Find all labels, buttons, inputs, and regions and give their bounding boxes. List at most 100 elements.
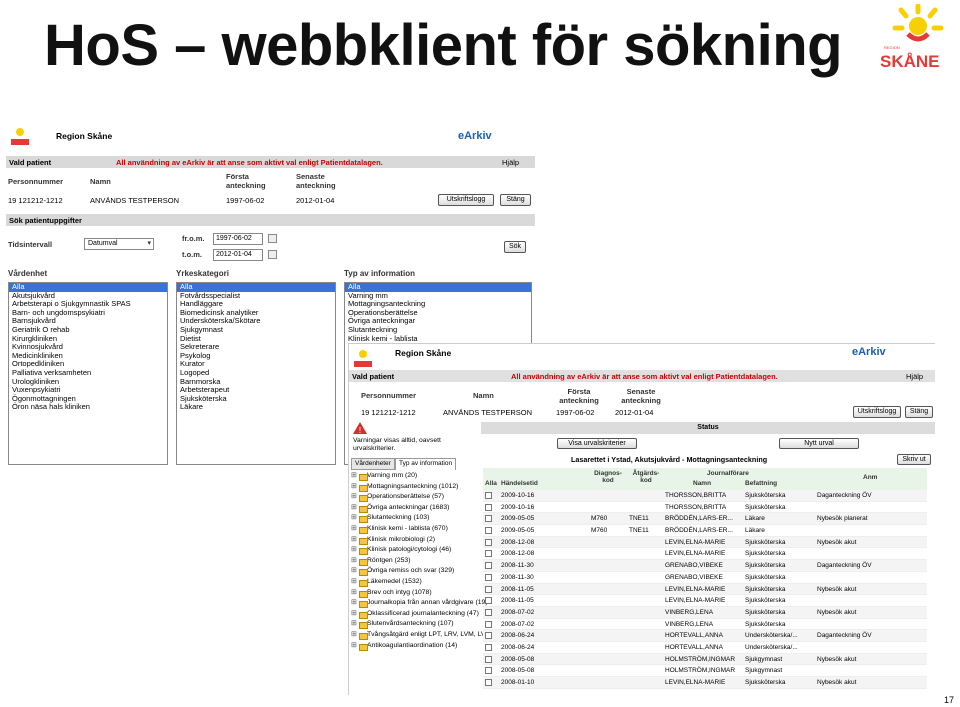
row-checkbox[interactable] <box>485 679 492 686</box>
tree-node[interactable]: Mottagningsanteckning (1012) <box>351 482 479 493</box>
table-row[interactable]: 2008-11-30 GRENABO,VIBEKE Sjuksköterska Dag… <box>483 560 927 572</box>
table-row[interactable]: 2009-05-05 M760 TNE11 BRÖDDÉN,LARS-ER... Läk… <box>483 513 927 526</box>
table-row[interactable]: 2008-01-10 LEVIN,ELNA-MARIE Sjuksköterska N… <box>483 677 927 689</box>
pdl-warning: All användning av eArkiv är att anse som… <box>116 158 383 167</box>
table-row[interactable]: 2008-07-02 VINBERG,LENA Sjuksköterska Nybes… <box>483 606 927 619</box>
search-button[interactable]: Sök <box>504 241 526 253</box>
list-option[interactable]: Klinisk kemi - lablista <box>345 334 531 344</box>
tree-node[interactable]: Klinisk patologi/cytologi (46) <box>351 545 479 556</box>
table-row[interactable]: 2008-05-08 HOLMSTRÖM,INGMAR Sjukgymnast Nyb… <box>483 653 927 666</box>
row-checkbox[interactable] <box>485 550 492 558</box>
help-link[interactable]: Hjälp <box>502 158 519 167</box>
patient-bar: Vald patient All användning av eArkiv är… <box>349 370 935 382</box>
table-row[interactable]: 2008-11-05 LEVIN,ELNA-MARIE Sjuksköterska <box>483 595 927 607</box>
tree-node[interactable]: Operationsberättelse (57) <box>351 492 479 503</box>
table-row[interactable]: 2009-10-16 THORSSON,BRITTA Sjuksköterska Da… <box>483 490 927 502</box>
row-checkbox[interactable] <box>485 538 492 546</box>
table-row[interactable]: 2008-12-08 LEVIN,ELNA-MARIE Sjuksköterska N… <box>483 536 927 549</box>
tree-node[interactable]: Klinisk kemi - lablista (670) <box>351 524 479 535</box>
col-date[interactable]: Händelsetid <box>501 480 538 487</box>
table-row[interactable]: 2008-11-05 LEVIN,ELNA-MARIE Sjuksköterska N… <box>483 583 927 596</box>
table-cell: Undersköterska/... <box>745 643 798 651</box>
help-link[interactable]: Hjälp <box>906 372 923 381</box>
tree-node[interactable]: Varning mm (20) <box>351 471 479 482</box>
row-checkbox[interactable] <box>485 632 492 640</box>
row-checkbox[interactable] <box>485 620 492 628</box>
tree-node[interactable]: Läkemedel (1532) <box>351 577 479 588</box>
row-checkbox[interactable] <box>485 643 492 651</box>
to-date-input[interactable]: 2012-01-04 <box>213 249 263 261</box>
tree-node[interactable]: Slutanteckning (103) <box>351 513 479 524</box>
date-mode-select[interactable]: Datumval ▾ <box>84 238 154 250</box>
col-all[interactable]: Alla <box>485 480 497 487</box>
org-name: Region Skåne <box>395 348 452 358</box>
table-row[interactable]: 2008-05-08 HOLMSTRÖM,INGMAR Sjukgymnast <box>483 665 927 677</box>
col-bef[interactable]: Befattning <box>745 480 777 487</box>
tab-units[interactable]: Vårdenheter <box>351 458 395 470</box>
tree-node[interactable]: Slutenvårdsanteckning (107) <box>351 619 479 630</box>
row-checkbox[interactable] <box>485 527 492 535</box>
table-cell: Nybesök akut <box>817 655 857 663</box>
table-cell: Sjuksköterska <box>745 503 786 511</box>
table-row[interactable]: 2009-05-05 M760 TNE11 BRÖDDÉN,LARS-ER... Läk… <box>483 525 927 537</box>
tree-node[interactable]: Antikoagulantiaordination (14) <box>351 641 479 652</box>
table-cell: Sjuksköterska <box>745 585 786 593</box>
unit-column-label: Vårdenhet <box>8 269 48 278</box>
row-checkbox[interactable] <box>485 597 492 605</box>
table-row[interactable]: 2008-06-24 HORTEVALL,ANNA Undersköterska/.… <box>483 642 927 654</box>
print-button[interactable]: Skriv ut <box>897 454 931 465</box>
col-anm[interactable]: Anm <box>863 474 877 481</box>
row-checkbox[interactable] <box>485 503 492 511</box>
search-bar: Sök patientuppgifter <box>6 214 535 226</box>
tab-info-type[interactable]: Typ av information <box>395 458 457 470</box>
tree-node[interactable]: Övriga anteckningar (1683) <box>351 503 479 514</box>
table-cell: Sjuksköterska <box>745 573 786 581</box>
col-name[interactable]: Namn <box>693 480 711 487</box>
show-criteria-button[interactable]: Visa urvalskriterier <box>557 438 637 449</box>
from-date-input[interactable]: 1997-06-02 <box>213 233 263 245</box>
print-log-button[interactable]: Utskriftslogg <box>853 406 901 418</box>
table-cell: Undersköterska/... <box>745 632 798 640</box>
row-checkbox[interactable] <box>485 608 492 616</box>
row-checkbox[interactable] <box>485 492 492 499</box>
tree-node[interactable]: Brev och intyg (1078) <box>351 588 479 599</box>
print-log-button[interactable]: Utskriftslogg <box>438 194 494 206</box>
table-cell: GRENABO,VIBEKE <box>665 573 723 581</box>
calendar-icon[interactable] <box>268 250 277 259</box>
tree-node[interactable]: Röntgen (253) <box>351 556 479 567</box>
row-checkbox[interactable] <box>485 585 492 593</box>
table-row[interactable]: 2008-06-24 HORTEVALL,ANNA Undersköterska/.… <box>483 630 927 642</box>
unit-listbox[interactable]: Alla Akutsjukvård Arbetsterapi o Sjukgymna… <box>8 282 168 465</box>
new-selection-button[interactable]: Nytt urval <box>779 438 859 449</box>
profession-listbox[interactable]: Alla Fotvårdsspecialist Handläggare Biomedi… <box>176 282 336 465</box>
tree-node[interactable]: Oklassificerad journalanteckning (47) <box>351 609 479 620</box>
list-option[interactable]: Öron näsa hals kliniken <box>9 403 167 412</box>
row-checkbox[interactable] <box>485 562 492 570</box>
tree-node[interactable]: Övriga remiss och svar (329) <box>351 566 479 577</box>
table-cell: Sjuksköterska <box>745 620 786 628</box>
close-button[interactable]: Stäng <box>905 406 933 418</box>
close-button[interactable]: Stäng <box>500 194 531 206</box>
tree-node[interactable]: Journalkopia från annan vårdgivare (19) <box>351 598 488 609</box>
pdl-warning: All användning av eArkiv är att anse som… <box>511 372 778 381</box>
col-diag[interactable]: Diagnos-kod <box>591 470 625 484</box>
table-row[interactable]: 2009-10-16 THORSSON,BRITTA Sjuksköterska <box>483 502 927 514</box>
row-checkbox[interactable] <box>485 667 492 675</box>
col-jf: Journalförare <box>707 470 749 477</box>
table-cell: HORTEVALL,ANNA <box>665 643 723 651</box>
row-checkbox[interactable] <box>485 655 492 663</box>
table-row[interactable]: 2008-11-30 GRENABO,VIBEKE Sjuksköterska <box>483 572 927 584</box>
grid-header: Alla Händelsetid Diagnos-kod Åtgärds-kod… <box>483 468 927 490</box>
tree-node[interactable]: Klinisk mikrobiologi (2) <box>351 535 479 546</box>
tree-node[interactable]: Tvångsåtgärd enligt LPT, LRV, LVM, LVU m… <box>351 630 517 641</box>
table-cell: Sjuksköterska <box>745 679 786 686</box>
row-checkbox[interactable] <box>485 573 492 581</box>
row-checkbox[interactable] <box>485 515 492 523</box>
table-row[interactable]: 2008-07-02 VINBERG,LENA Sjuksköterska <box>483 619 927 631</box>
calendar-icon[interactable] <box>268 234 277 243</box>
table-row[interactable]: 2008-12-08 LEVIN,ELNA-MARIE Sjuksköterska <box>483 548 927 561</box>
list-option[interactable]: Läkare <box>177 403 335 412</box>
col-atg[interactable]: Åtgärds-kod <box>629 470 663 484</box>
info-type-tree[interactable]: Varning mm (20)Mottagningsanteckning (10… <box>351 471 517 652</box>
warning-icon: ! <box>353 422 367 434</box>
